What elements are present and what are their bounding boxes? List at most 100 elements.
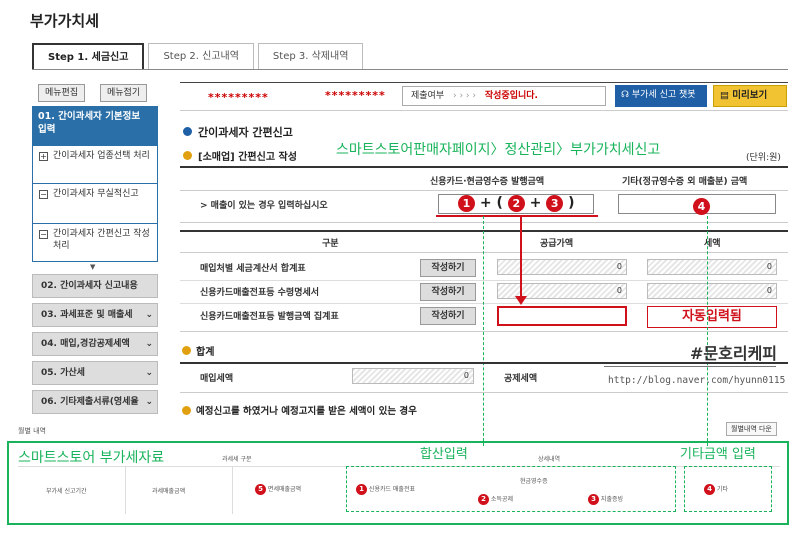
- menu-edit-button[interactable]: 메뉴편집: [38, 84, 86, 102]
- row-divider: [180, 303, 788, 304]
- collapse-icon: −: [39, 190, 48, 199]
- row3-label: 신용카드매출전표등 발행금액 집계표: [200, 312, 339, 322]
- col-card-cash: 신용카드·현금영수증 발행금액: [430, 177, 545, 187]
- row1-supply: 0: [497, 259, 627, 275]
- preview-button[interactable]: ▤ 미리보기: [713, 85, 787, 107]
- marker-5: 5: [255, 484, 266, 495]
- red-underline: [436, 215, 598, 217]
- marker-4: 4: [704, 484, 715, 495]
- monthly-download-button[interactable]: 월별내역 다운: [726, 422, 777, 436]
- sidebar-subitem-no-sales[interactable]: − 간이과세자 무실적신고: [32, 184, 158, 224]
- sidebar-subitem-business-type[interactable]: + 간이과세자 업종선택 처리: [32, 146, 158, 184]
- row-divider: [180, 392, 788, 393]
- preview-label: 미리보기: [732, 90, 768, 101]
- expense-proof-label: 지출증빙: [600, 496, 624, 503]
- sidebar-item-label: 05. 가산세: [41, 368, 85, 378]
- masked-id: *********: [325, 89, 386, 102]
- sidebar-item-label: 06. 기타제출서류(영세율: [41, 397, 139, 407]
- other-input-dashed-box: [684, 466, 772, 512]
- marker-2: 2: [507, 195, 525, 212]
- tab-step2[interactable]: Step 2. 신고내역: [148, 43, 254, 69]
- col-divider: [125, 466, 126, 514]
- formula-plus: +: [529, 195, 542, 211]
- status-text: 작성중입니다.: [484, 91, 538, 101]
- marker-3: 3: [588, 494, 599, 505]
- sidebar-item-02[interactable]: 02. 간이과세자 신고내용: [32, 274, 158, 298]
- divider: [180, 110, 788, 111]
- marker-1: 1: [356, 484, 367, 495]
- sidebar-item-05[interactable]: 05. 가산세 ⌄: [32, 361, 158, 385]
- formula-open: + (: [479, 195, 503, 211]
- table-border: [180, 230, 788, 232]
- auto-input-note: 자동입력됨: [647, 306, 777, 328]
- row1-label: 매입처별 세금계산서 합계표: [200, 264, 306, 274]
- row-divider: [180, 190, 788, 191]
- menu-fold-button[interactable]: 메뉴접기: [100, 84, 148, 102]
- tab-step3[interactable]: Step 3. 삭제내역: [257, 43, 364, 69]
- col-supply: 공급가액: [540, 239, 574, 249]
- topbar-line: [180, 82, 788, 83]
- chevron-down-icon: ⌄: [145, 368, 153, 378]
- marker-4: 4: [693, 195, 710, 215]
- chevron-down-icon: ⌄: [145, 310, 153, 320]
- input-tax-value: 0: [352, 368, 474, 384]
- sidebar-item-03[interactable]: 03. 과세표준 및 매출세 ⌄: [32, 303, 158, 327]
- tab-step1[interactable]: Step 1. 세금신고: [32, 43, 145, 69]
- other-label: 기타: [716, 486, 728, 493]
- other-cell: 4 기타: [704, 484, 728, 495]
- bullet-icon: [182, 406, 191, 415]
- sidebar-subitem-label: 간이과세자 무실적신고: [53, 189, 139, 199]
- arrow-down-icon: [515, 296, 527, 305]
- row1-write-button[interactable]: 작성하기: [420, 259, 476, 277]
- scroll-down-icon[interactable]: ▼: [90, 263, 95, 271]
- monthly-label: 월별 내역: [18, 427, 46, 435]
- notice-text: 예정신고를 하였거나 예정고지를 받은 세액이 있는 경우: [196, 406, 417, 417]
- row-divider: [180, 331, 788, 332]
- summary-title: 합계: [196, 347, 215, 358]
- sales-row-label: > 매출이 있는 경우 입력하십시오: [200, 201, 328, 211]
- row1-tax: 0: [647, 259, 777, 275]
- section-sub: [소매업] 간편신고 작성: [198, 152, 297, 163]
- formula: 1 + ( 2 + 3 ): [458, 195, 575, 212]
- collapse-icon: −: [39, 230, 48, 239]
- watermark-line: [604, 366, 776, 367]
- expense-proof-cell: 3 지출증빙: [588, 494, 623, 505]
- masked-name: *********: [208, 91, 269, 104]
- deduct-tax-label: 공제세액: [504, 374, 538, 384]
- sidebar-item-06[interactable]: 06. 기타제출서류(영세율 ⌄: [32, 390, 158, 414]
- sidebar-item-04[interactable]: 04. 매입,경감공제세액 ⌄: [32, 332, 158, 356]
- chatbot-button[interactable]: ☊ 부가세 신고 챗봇: [615, 85, 707, 107]
- sidebar-item-basic-info[interactable]: 01. 간이과세자 기본정보 입력: [32, 106, 158, 146]
- sidebar-item-label: 04. 매입,경감공제세액: [41, 339, 130, 349]
- sidebar-item-label: 02. 간이과세자 신고내용: [41, 281, 138, 291]
- cash-receipt-header: 현금영수증: [520, 478, 548, 485]
- card-cell: 1 신용카드 매출전표: [356, 484, 415, 495]
- arrows: › › › ›: [453, 91, 476, 101]
- tax-type-header: 과세세 구분: [222, 456, 252, 463]
- unit-label: (단위:원): [746, 153, 781, 163]
- marker-2: 2: [478, 494, 489, 505]
- sidebar-subitem-simple-report[interactable]: − 간이과세자 간편신고 작성 처리: [32, 224, 158, 262]
- step-tabs: Step 1. 세금신고 Step 2. 신고내역 Step 3. 삭제내역: [32, 43, 367, 69]
- income-deduct-label: 소득공제: [490, 496, 514, 503]
- col-gubun: 구분: [322, 239, 339, 249]
- blog-url: http://blog.naver.com/hyunn0115: [608, 375, 786, 386]
- marker-3: 3: [546, 195, 564, 212]
- row3-supply-highlight: [497, 306, 627, 326]
- download-label: 월별내역 다운: [731, 425, 772, 433]
- marker-1: 1: [458, 195, 475, 212]
- row2-write-button[interactable]: 작성하기: [420, 283, 476, 301]
- row3-write-button[interactable]: 작성하기: [420, 307, 476, 325]
- row-divider: [180, 222, 788, 223]
- chevron-down-icon: ⌄: [145, 397, 153, 407]
- input-tax-label: 매입세액: [200, 374, 234, 384]
- row-divider: [180, 252, 788, 253]
- table-border: [180, 166, 788, 168]
- document-icon: ▤: [720, 90, 729, 101]
- row2-tax: 0: [647, 283, 777, 299]
- arrow-line: [520, 217, 522, 299]
- detail-header: 상세내역: [538, 456, 561, 463]
- page: 부가가치세 Step 1. 세금신고 Step 2. 신고내역 Step 3. …: [0, 0, 800, 533]
- sidebar-subitem-label: 간이과세자 간편신고 작성 처리: [53, 229, 150, 251]
- store-data-title: 스마트스토어 부가세자료: [18, 450, 165, 466]
